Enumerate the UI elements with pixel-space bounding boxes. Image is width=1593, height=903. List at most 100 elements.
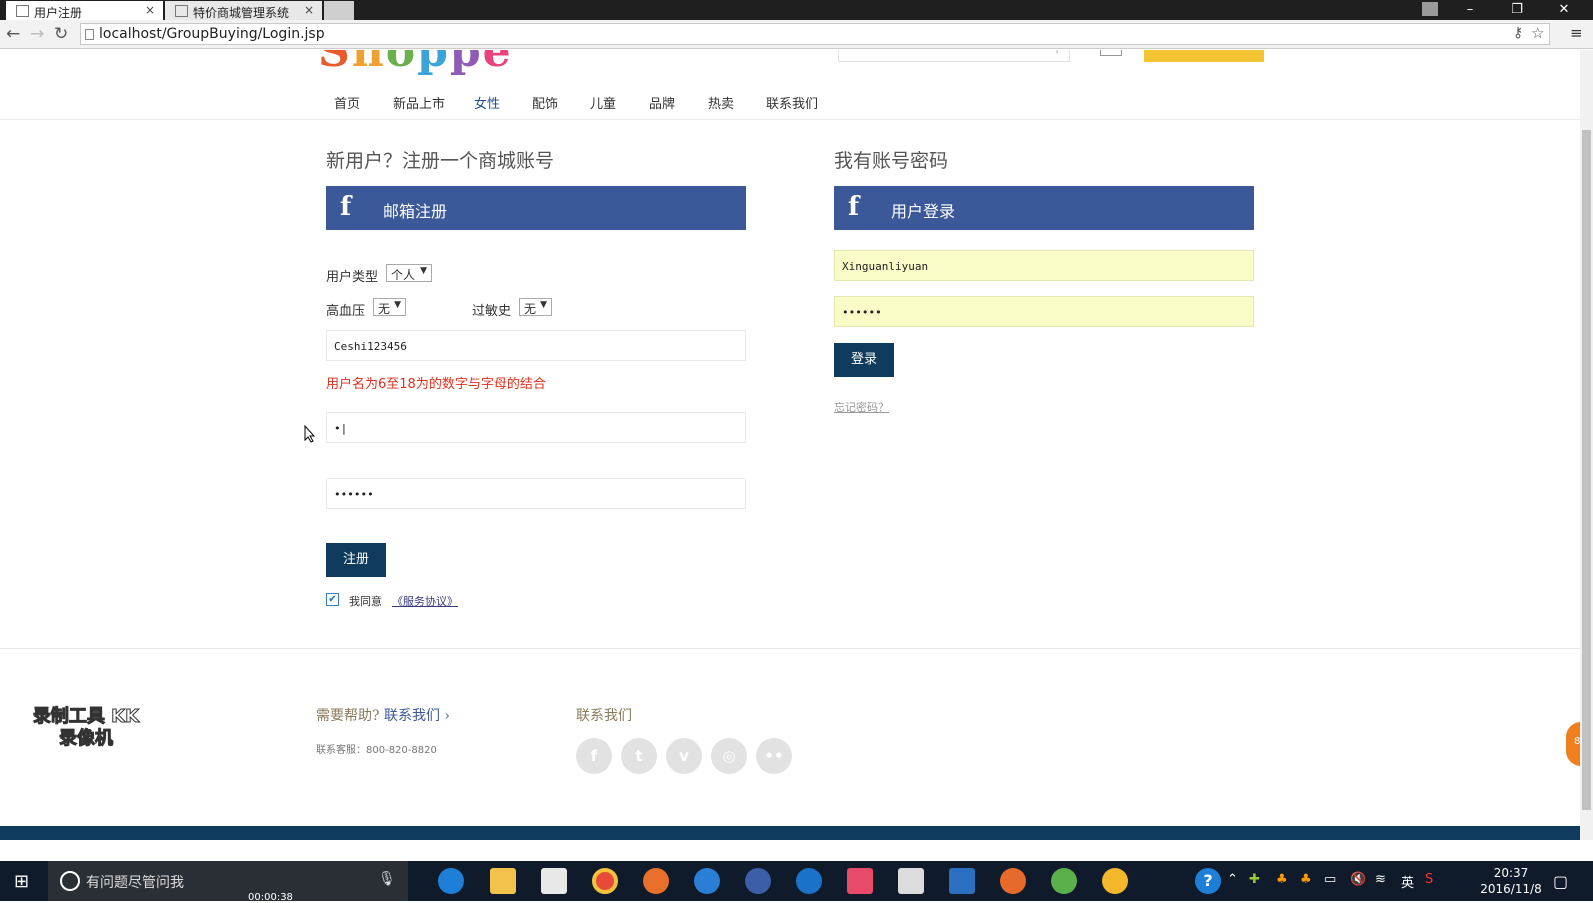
tab-close-icon[interactable]: × bbox=[145, 3, 155, 17]
file-explorer-icon[interactable] bbox=[490, 868, 516, 894]
page-document-icon bbox=[175, 5, 188, 17]
k-app-icon[interactable] bbox=[796, 868, 822, 894]
restore-icon[interactable]: ❐ bbox=[1494, 0, 1540, 20]
nav-item-new-arrivals[interactable]: 新品上市 bbox=[393, 93, 445, 112]
page-scrollbar[interactable] bbox=[1580, 50, 1593, 840]
tab-admin-system[interactable]: 特价商城管理系统 × bbox=[165, 1, 322, 20]
user-login-label: 用户登录 bbox=[891, 202, 956, 221]
windows-start-icon[interactable]: ⊞ bbox=[14, 871, 29, 892]
office-app-icon[interactable] bbox=[949, 868, 975, 894]
system-clock[interactable]: 20:37 2016/11/8 bbox=[1476, 865, 1546, 897]
reload-icon[interactable]: ↻ bbox=[54, 24, 68, 44]
tray-app-icon[interactable]: ♣ bbox=[1276, 872, 1288, 887]
nav-item-women[interactable]: 女性 bbox=[474, 93, 500, 112]
page-info-icon[interactable] bbox=[85, 29, 94, 40]
logo-letter: p bbox=[449, 50, 483, 77]
site-search-input[interactable]: ⚲ bbox=[838, 50, 1070, 62]
password-field[interactable]: •| bbox=[326, 412, 746, 443]
tab-register[interactable]: 用户注册 × bbox=[6, 1, 163, 20]
profile-icon[interactable] bbox=[1422, 2, 1438, 16]
login-username-field[interactable]: Xinguanliyuan bbox=[834, 250, 1254, 281]
help-contact-link[interactable]: 联系我们 bbox=[384, 708, 440, 724]
ime-indicator[interactable]: 英 bbox=[1401, 872, 1414, 891]
login-button[interactable]: 登录 bbox=[834, 343, 894, 377]
volume-muted-icon[interactable]: 🔇 bbox=[1350, 872, 1366, 887]
tray-app2-icon[interactable]: ♣ bbox=[1300, 872, 1312, 887]
twitter-icon[interactable]: t bbox=[621, 738, 657, 774]
cortana-icon bbox=[60, 871, 80, 891]
username-error-message: 用户名为6至18为的数字与字母的结合 bbox=[326, 377, 546, 392]
service-phone: 联系客服：800-820-8820 bbox=[316, 745, 437, 756]
hypertension-select[interactable]: 无 ▼ bbox=[373, 298, 406, 316]
tray-expand-icon[interactable]: ⌃ bbox=[1227, 872, 1238, 887]
header-action-button[interactable] bbox=[1144, 50, 1264, 62]
user-type-select[interactable]: 个人 ▼ bbox=[386, 264, 432, 282]
url-input[interactable]: localhost/GroupBuying/Login.jsp ⚷ ☆ bbox=[80, 23, 1550, 45]
new-tab-button[interactable] bbox=[324, 1, 354, 20]
floating-badge[interactable]: 81 bbox=[1566, 722, 1580, 766]
facebook-icon[interactable]: f bbox=[576, 738, 612, 774]
forgot-password-link[interactable]: 忘记密码？ bbox=[834, 399, 889, 415]
page-viewport: Shoppe ⚲ 首页 新品上市 女性 配饰 儿童 品牌 热卖 联系我们 新用户… bbox=[0, 50, 1580, 840]
login-password-field[interactable]: •••••• bbox=[834, 296, 1254, 327]
tab-close-icon[interactable]: × bbox=[304, 3, 314, 17]
window-close-icon[interactable]: ✕ bbox=[1541, 0, 1587, 20]
windows-taskbar: ⊞ 有问题尽管问我 🎙 00:00:38 ? ⌃ ✚ ♣ ♣ ▭ 🔇 ≋ 英 S… bbox=[0, 861, 1593, 903]
page-favicon-icon bbox=[16, 5, 29, 17]
microphone-icon[interactable]: 🎙 bbox=[378, 871, 396, 887]
battery-icon[interactable]: ▭ bbox=[1324, 872, 1336, 887]
recorder-app-icon[interactable] bbox=[1000, 868, 1026, 894]
wifi-icon[interactable]: ≋ bbox=[1375, 872, 1386, 887]
chick-app-icon[interactable] bbox=[1102, 868, 1128, 894]
store-icon[interactable] bbox=[541, 868, 567, 894]
browser-tab-strip: 用户注册 × 特价商城管理系统 × – ❐ ✕ bbox=[0, 0, 1593, 20]
nav-item-hot-sales[interactable]: 热卖 bbox=[708, 93, 734, 112]
back-arrow-icon[interactable]: ← bbox=[6, 24, 20, 44]
cart-icon[interactable] bbox=[1100, 50, 1122, 56]
tab-title: 用户注册 bbox=[34, 6, 83, 20]
confirm-password-field[interactable]: •••••• bbox=[326, 478, 746, 509]
user-type-value: 个人 bbox=[391, 268, 416, 282]
forward-arrow-icon[interactable]: → bbox=[30, 24, 44, 44]
cortana-search-box[interactable]: 有问题尽管问我 🎙 bbox=[48, 861, 408, 901]
nav-item-accessories[interactable]: 配饰 bbox=[532, 93, 558, 112]
key-icon[interactable]: ⚷ bbox=[1513, 25, 1523, 41]
help-title-text: 需要帮助? bbox=[316, 708, 380, 724]
search-icon[interactable]: ⚲ bbox=[1053, 50, 1061, 55]
chrome-icon[interactable] bbox=[592, 868, 618, 894]
vimeo-icon[interactable]: v bbox=[666, 738, 702, 774]
allergy-select[interactable]: 无 ▼ bbox=[519, 298, 552, 316]
dribbble-icon[interactable]: ◎ bbox=[711, 738, 747, 774]
firefox-icon[interactable] bbox=[643, 868, 669, 894]
browser-menu-icon[interactable]: ≡ bbox=[1570, 24, 1583, 42]
tray-security-icon[interactable]: ✚ bbox=[1249, 872, 1260, 887]
sogou-browser-icon[interactable] bbox=[694, 868, 720, 894]
site-logo[interactable]: Shoppe bbox=[318, 50, 513, 77]
edge-icon[interactable] bbox=[438, 868, 464, 894]
help-icon[interactable]: ? bbox=[1195, 868, 1221, 894]
register-section-title: 新用户？注册一个商城账号 bbox=[326, 150, 555, 172]
chevron-down-icon: ▼ bbox=[540, 300, 547, 310]
image-viewer-icon[interactable] bbox=[898, 868, 924, 894]
logo-letter: o bbox=[385, 50, 418, 77]
minimize-icon[interactable]: – bbox=[1447, 0, 1493, 20]
bookmark-star-icon[interactable]: ☆ bbox=[1531, 24, 1544, 42]
nav-item-kids[interactable]: 儿童 bbox=[590, 93, 616, 112]
flickr-icon[interactable]: •• bbox=[756, 738, 792, 774]
scrollbar-thumb[interactable] bbox=[1582, 130, 1591, 810]
agree-checkbox[interactable]: ✔ bbox=[326, 593, 339, 606]
username-field[interactable]: Ceshi123456 bbox=[326, 330, 746, 361]
cube-app-icon[interactable] bbox=[847, 868, 873, 894]
sogou-ime-icon[interactable]: S bbox=[1425, 872, 1433, 887]
register-button[interactable]: 注册 bbox=[326, 543, 386, 577]
mouse-cursor-icon bbox=[304, 425, 316, 443]
notification-icon[interactable]: ▢ bbox=[1553, 872, 1568, 891]
nav-item-contact[interactable]: 联系我们 bbox=[766, 93, 818, 112]
service-agreement-link[interactable]: 《服务协议》 bbox=[392, 593, 458, 609]
user-login-header: f 用户登录 bbox=[834, 186, 1254, 230]
pen-app-icon[interactable] bbox=[745, 868, 771, 894]
hypertension-label: 高血压 bbox=[326, 304, 366, 319]
nav-item-brands[interactable]: 品牌 bbox=[649, 93, 675, 112]
leaf-app-icon[interactable] bbox=[1051, 868, 1077, 894]
nav-item-home[interactable]: 首页 bbox=[334, 93, 360, 112]
